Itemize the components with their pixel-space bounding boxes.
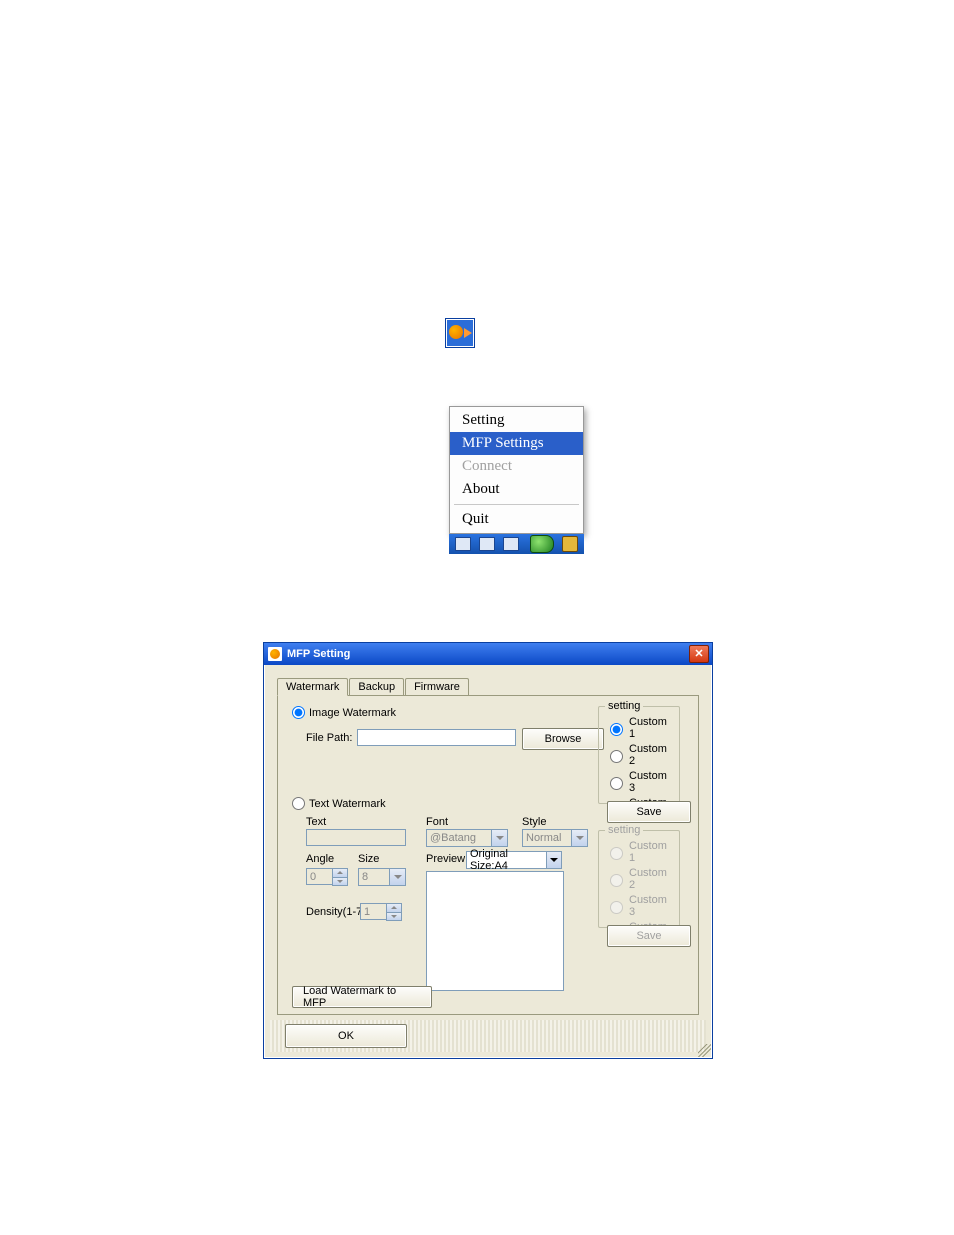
size-combo: 8 (358, 868, 406, 886)
setting-group-title: setting (605, 700, 643, 712)
size-combo-value: 8 (362, 871, 368, 883)
radio-input (610, 901, 623, 914)
radio-custom-1[interactable]: Custom 1 (605, 716, 673, 740)
tab-backup[interactable]: Backup (349, 678, 404, 695)
radio-image-watermark[interactable]: Image Watermark (292, 706, 396, 719)
tray-icon[interactable] (445, 318, 475, 348)
preview-box (426, 871, 564, 991)
spin-down-icon (387, 913, 401, 921)
font-label: Font (426, 816, 448, 828)
font-combo: @Batang (426, 829, 508, 847)
radio-text-watermark-input[interactable] (292, 797, 305, 810)
radio-custom-1-input[interactable] (610, 723, 623, 736)
file-path-input[interactable] (357, 729, 516, 746)
taskbar-icon[interactable] (562, 536, 578, 552)
taskbar (449, 534, 584, 554)
tab-watermark[interactable]: Watermark (277, 678, 348, 696)
size-label: Size (358, 853, 379, 865)
bottom-bar: OK (270, 1020, 706, 1052)
angle-spinner (306, 868, 348, 886)
titlebar[interactable]: MFP Setting ✕ (264, 643, 712, 665)
window-title: MFP Setting (287, 648, 689, 660)
menu-item-about[interactable]: About (450, 478, 583, 501)
close-button[interactable]: ✕ (689, 645, 709, 663)
resize-grip[interactable] (698, 1044, 711, 1057)
radio-custom-2-input[interactable] (610, 750, 623, 763)
spin-up-icon (387, 904, 401, 913)
chevron-down-icon[interactable] (546, 852, 561, 868)
browse-button[interactable]: Browse (522, 728, 604, 750)
setting-group-2: setting Custom 1 Custom 2 Custom 3 Custo… (598, 830, 680, 928)
radio-custom-2[interactable]: Custom 2 (605, 743, 673, 767)
style-combo: Normal (522, 829, 588, 847)
style-combo-value: Normal (526, 832, 561, 844)
save-button-1[interactable]: Save (607, 801, 691, 823)
spin-up-icon (333, 869, 347, 878)
app-icon (268, 647, 282, 661)
taskbar-icon[interactable] (479, 537, 495, 551)
setting-group-1: setting Custom 1 Custom 2 Custom 3 Custo… (598, 706, 680, 804)
preview-combo[interactable]: Original Size:A4 (466, 851, 562, 869)
tab-firmware[interactable]: Firmware (405, 678, 469, 695)
preview-label: Preview (426, 853, 465, 865)
radio-text-watermark-label: Text Watermark (309, 798, 386, 810)
taskbar-icon[interactable] (455, 537, 471, 551)
menu-item-quit[interactable]: Quit (450, 508, 583, 531)
radio-image-watermark-label: Image Watermark (309, 707, 396, 719)
ok-button[interactable]: OK (285, 1024, 407, 1048)
taskbar-icon[interactable] (503, 537, 519, 551)
menu-separator (454, 504, 579, 505)
radio-label: Custom 3 (629, 894, 673, 918)
menu-item-connect: Connect (450, 455, 583, 478)
radio-custom-2-label: Custom 2 (629, 743, 673, 767)
menu-item-setting[interactable]: Setting (450, 409, 583, 432)
radio-input (610, 874, 623, 887)
angle-label: Angle (306, 853, 334, 865)
chevron-down-icon (571, 830, 587, 846)
load-watermark-button[interactable]: Load Watermark to MFP (292, 986, 432, 1008)
start-button[interactable] (530, 535, 554, 553)
tab-panel-watermark: Image Watermark File Path: Browse Text W… (277, 695, 699, 1015)
radio-custom-2-disabled: Custom 2 (605, 867, 673, 891)
setting-group-title: setting (605, 824, 643, 836)
radio-custom-1-label: Custom 1 (629, 716, 673, 740)
context-menu: Setting MFP Settings Connect About Quit (449, 406, 584, 534)
radio-custom-3-label: Custom 3 (629, 770, 673, 794)
radio-custom-3[interactable]: Custom 3 (605, 770, 673, 794)
font-combo-value: @Batang (430, 832, 476, 844)
radio-custom-3-input[interactable] (610, 777, 623, 790)
radio-label: Custom 2 (629, 867, 673, 891)
density-spinner-input (360, 903, 386, 920)
text-label: Text (306, 816, 326, 828)
file-path-label: File Path: (306, 732, 352, 744)
text-input (306, 829, 406, 846)
tab-strip: Watermark Backup Firmware (277, 676, 699, 695)
angle-spinner-input (306, 868, 332, 885)
spin-down-icon (333, 878, 347, 886)
save-button-2: Save (607, 925, 691, 947)
radio-custom-3-disabled: Custom 3 (605, 894, 673, 918)
chevron-down-icon (389, 869, 405, 885)
radio-label: Custom 1 (629, 840, 673, 864)
menu-item-mfp-settings[interactable]: MFP Settings (450, 432, 583, 455)
mfp-setting-window: MFP Setting ✕ Watermark Backup Firmware … (263, 642, 713, 1059)
radio-input (610, 847, 623, 860)
radio-text-watermark[interactable]: Text Watermark (292, 797, 386, 810)
radio-custom-1-disabled: Custom 1 (605, 840, 673, 864)
density-spinner (360, 903, 402, 921)
radio-image-watermark-input[interactable] (292, 706, 305, 719)
chevron-down-icon (491, 830, 507, 846)
style-label: Style (522, 816, 546, 828)
preview-combo-value: Original Size:A4 (470, 848, 546, 872)
